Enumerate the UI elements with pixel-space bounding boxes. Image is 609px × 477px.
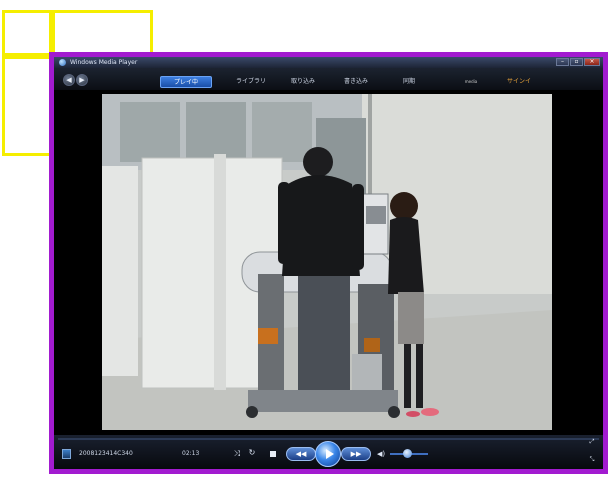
repeat-icon[interactable]: ↻ [246,448,258,458]
seek-bar[interactable] [58,438,599,440]
annotation-box-wide [52,10,153,56]
maximize-button[interactable]: ▫ [570,58,583,66]
media-title: 2008123414C340 [79,450,133,457]
window-title: Windows Media Player [70,59,138,66]
tab-library[interactable]: ライブラリ [234,76,268,88]
tab-media-guide[interactable]: media [454,76,488,88]
sign-in-link[interactable]: サインイン [506,76,532,97]
playback-controls: 2008123414C340 02:13 ⤨ ↻ ◀◀ ▶▶ ◀) ⤢ ⤡ [54,435,603,469]
volume-slider-thumb[interactable] [403,449,412,458]
navigation-bar: ◀ ▶ プレイ中 ライブラリ 取り込み 書き込み 同期 media サインイン [54,68,603,97]
next-button[interactable]: ▶▶ [341,447,371,461]
tab-now-playing[interactable]: プレイ中 [160,76,212,88]
elapsed-time: 02:13 [182,450,200,457]
stop-icon[interactable] [270,451,276,457]
video-area[interactable] [54,90,603,435]
minimize-button[interactable]: – [556,58,569,66]
tab-sync[interactable]: 同期 [392,76,426,88]
fullscreen-icon[interactable]: ⤡ [588,455,596,465]
video-frame[interactable] [102,94,552,430]
forward-button[interactable]: ▶ [76,74,88,86]
switch-to-library-icon[interactable] [62,449,71,459]
tab-rip[interactable]: 取り込み [286,76,320,88]
title-bar[interactable]: Windows Media Player – ▫ × [54,57,603,68]
back-button[interactable]: ◀ [63,74,75,86]
wmp-icon [59,59,66,66]
video-scene [102,94,552,430]
tab-burn[interactable]: 書き込み [339,76,373,88]
shuffle-icon[interactable]: ⤨ [231,449,243,459]
annotation-box-small [2,10,52,56]
speaker-icon[interactable]: ◀) [376,449,386,459]
annotation-box-tall [2,56,52,156]
close-button[interactable]: × [584,58,600,66]
media-player-window: Windows Media Player – ▫ × ◀ ▶ プレイ中 ライブラ… [49,52,608,474]
play-icon[interactable] [315,441,341,467]
previous-button[interactable]: ◀◀ [286,447,316,461]
full-mode-icon[interactable]: ⤢ [588,437,596,447]
